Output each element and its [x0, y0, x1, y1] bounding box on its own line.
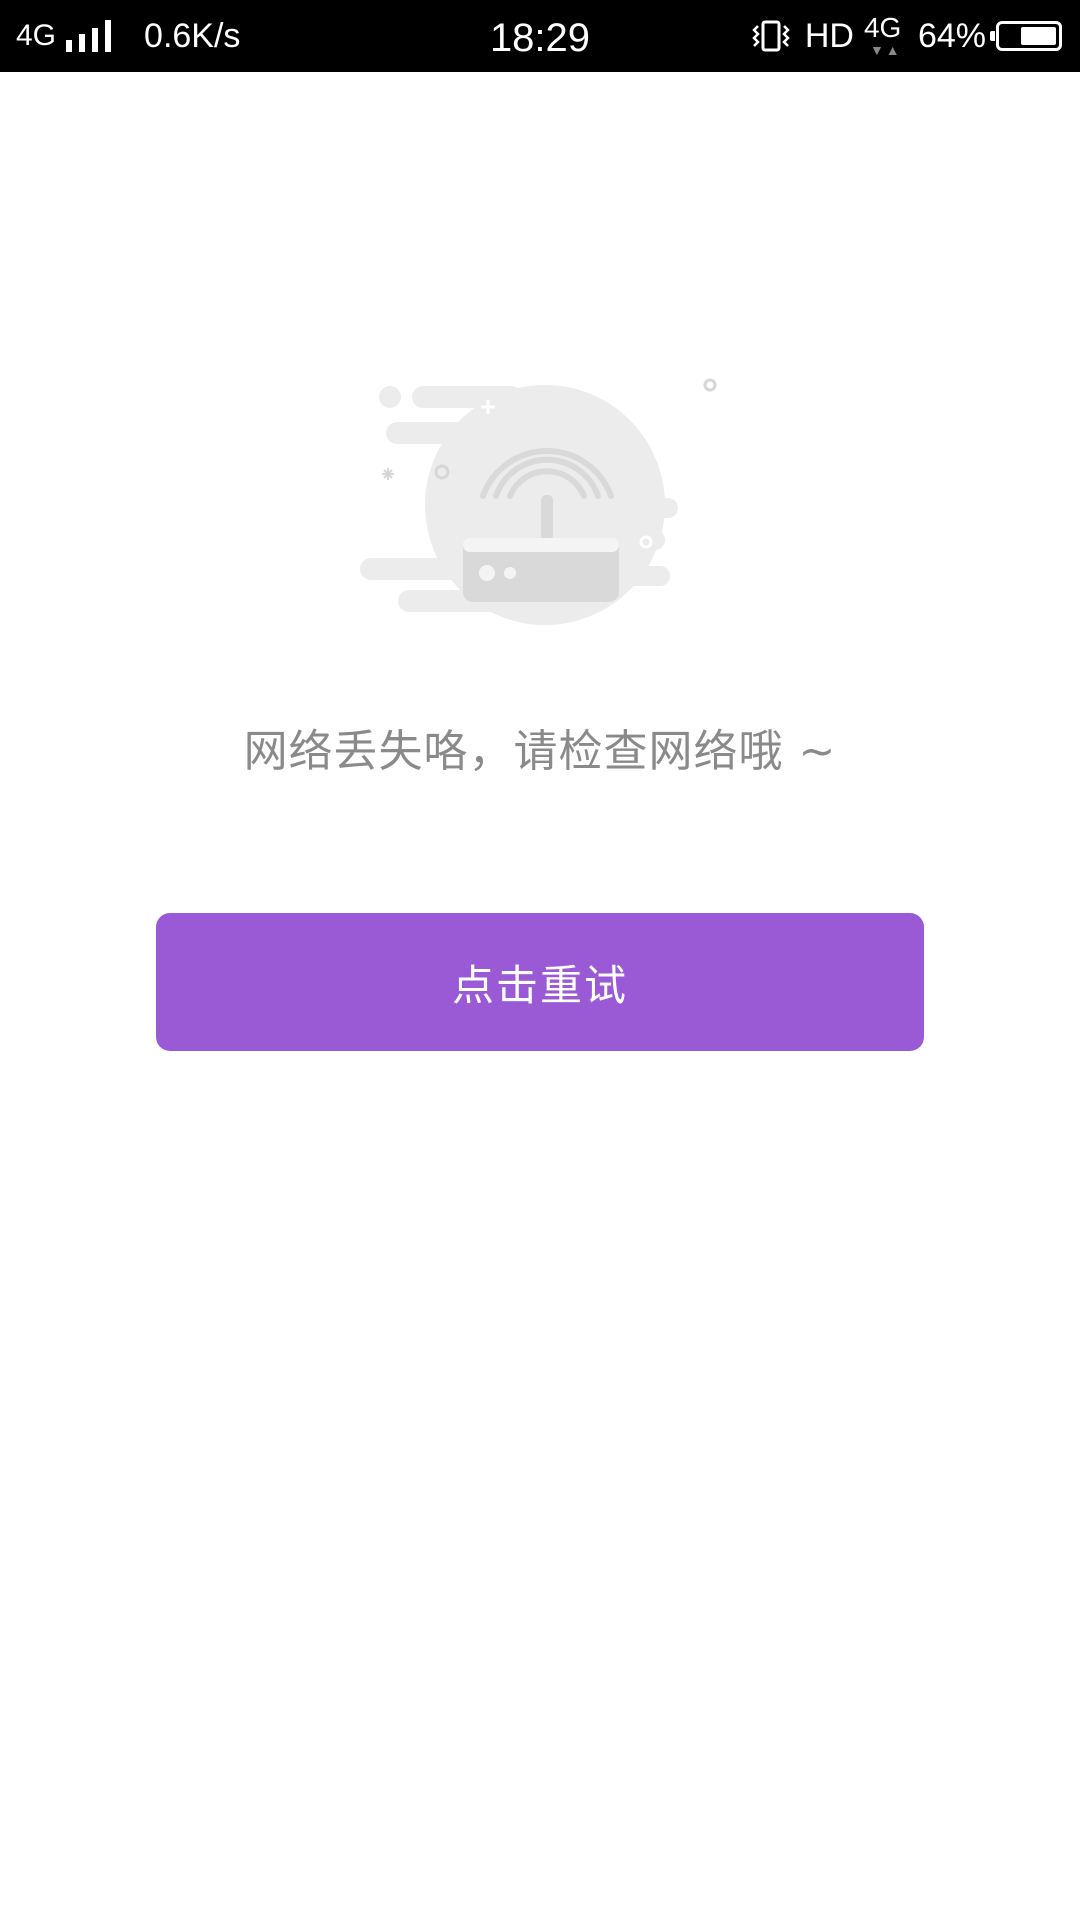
- battery-icon: [990, 21, 1062, 51]
- vibrate-icon: [752, 20, 790, 52]
- status-bar-left: 4G 0.6K/s: [16, 0, 240, 72]
- status-bar: 4G 0.6K/s 18:29 HD 4G ▼▲ 64%: [0, 0, 1080, 72]
- signal-icon: [66, 20, 118, 52]
- hd-label: HD: [804, 16, 854, 55]
- battery-fill: [1021, 27, 1056, 45]
- status-bar-right: HD 4G ▼▲ 64%: [751, 0, 1062, 72]
- data-activity-icon: 4G ▼▲: [863, 12, 902, 58]
- data-type-label: 4G: [863, 12, 902, 43]
- network-lost-message: 网络丢失咯，请检查网络哦 ~: [243, 726, 837, 777]
- retry-button[interactable]: 点击重试: [156, 913, 924, 1051]
- router-offline-icon: [360, 378, 717, 625]
- network-type-label: 4G: [16, 19, 57, 52]
- net-speed-label: 0.6K/s: [144, 16, 241, 55]
- battery-percent: 64%: [917, 16, 986, 55]
